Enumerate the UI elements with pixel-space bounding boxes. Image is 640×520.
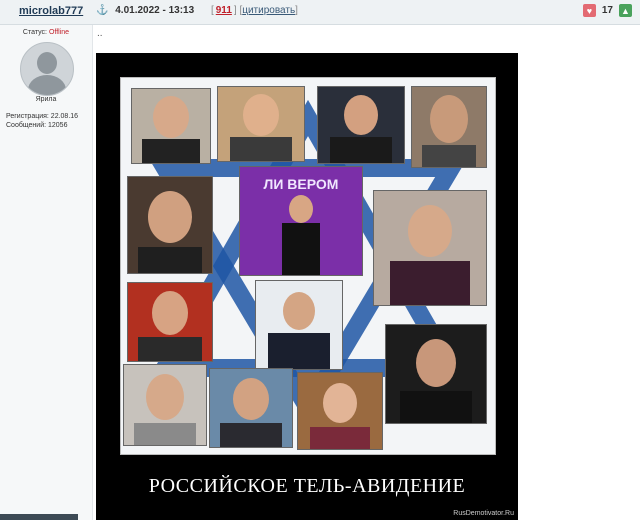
photo-11 xyxy=(123,364,207,446)
photo-7 xyxy=(373,190,487,306)
watermark: RusDemotivator.Ru xyxy=(453,510,514,517)
rating-box: ♥ 17 ▲ xyxy=(582,4,632,17)
photo-4 xyxy=(411,86,487,168)
user-status: Статус: Offline xyxy=(22,29,70,36)
photo-3 xyxy=(317,86,405,164)
user-sidebar: Статус: Offline Ярила Регистрация: 22.08… xyxy=(0,25,93,520)
photo-12 xyxy=(209,368,293,448)
photo-13 xyxy=(297,372,383,450)
photo-collage: ЛИ ВЕРОМ xyxy=(120,77,496,455)
rating-value: 17 xyxy=(601,5,613,16)
registration-date: Регистрация: 22.08.16 xyxy=(6,113,79,120)
bottom-bar xyxy=(0,514,78,520)
user-rank: Ярила xyxy=(35,96,57,103)
post-date: 4.01.2022 - 13:13 xyxy=(115,5,195,16)
photo-1 xyxy=(131,88,211,164)
photo-8 xyxy=(127,282,213,362)
rate-down-icon[interactable]: ♥ xyxy=(582,4,596,17)
photo-9 xyxy=(255,280,343,370)
status-value: Offline xyxy=(48,29,70,36)
avatar-head-shape xyxy=(37,52,57,74)
username-link[interactable]: microlab777 xyxy=(19,5,83,17)
post-count: Сообщений: 12056 xyxy=(6,122,68,129)
post-text: .. xyxy=(97,28,103,39)
post-number-link[interactable]: 911 xyxy=(216,5,232,16)
avatar-body-shape xyxy=(28,75,66,95)
photo-5 xyxy=(127,176,213,274)
avatar[interactable] xyxy=(20,42,74,96)
anchor-icon[interactable]: ⚓ xyxy=(96,5,108,16)
post-meta: ⚓ 4.01.2022 - 13:13 [911] [цитировать] xyxy=(96,5,298,16)
tv-sign-text: ЛИ ВЕРОМ xyxy=(264,176,339,192)
poster-caption: РОССИЙСКОЕ ТЕЛЬ-АВИДЕНИЕ xyxy=(148,475,466,497)
post-header: microlab777 ⚓ 4.01.2022 - 13:13 [911] [ц… xyxy=(0,0,640,25)
rate-up-icon[interactable]: ▲ xyxy=(619,4,632,17)
photo-10 xyxy=(385,324,487,424)
photo-2 xyxy=(217,86,305,162)
user-info: Регистрация: 22.08.16 Сообщений: 12056 xyxy=(6,112,78,130)
photo-6: ЛИ ВЕРОМ xyxy=(239,166,363,276)
demotivator-image: ЛИ ВЕРОМ РОССИЙСКОЕ ТЕЛЬ-АВИДЕНИЕ RusDem… xyxy=(96,53,518,520)
quote-link[interactable]: цитировать xyxy=(242,5,295,16)
